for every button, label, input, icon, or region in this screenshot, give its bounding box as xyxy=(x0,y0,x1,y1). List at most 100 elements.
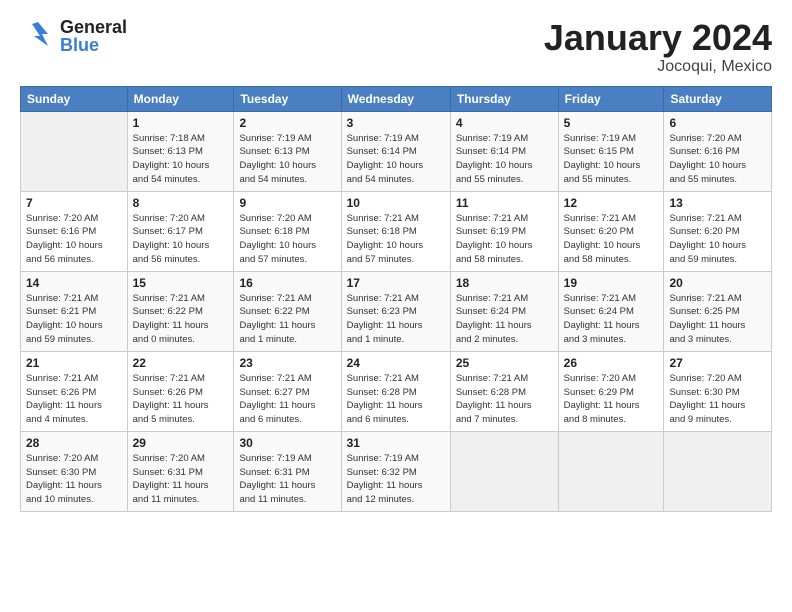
day-number: 10 xyxy=(347,196,445,210)
day-number: 30 xyxy=(239,436,335,450)
day-number: 25 xyxy=(456,356,553,370)
day-cell xyxy=(21,111,128,191)
day-info: Sunrise: 7:20 AM Sunset: 6:18 PM Dayligh… xyxy=(239,212,335,267)
day-cell: 31 Sunrise: 7:19 AM Sunset: 6:32 PM Dayli… xyxy=(341,431,450,511)
day-cell: 1 Sunrise: 7:18 AM Sunset: 6:13 PM Daylig… xyxy=(127,111,234,191)
day-cell: 4Sunrise: 7:19 AM Sunset: 6:14 PM Daylig… xyxy=(450,111,558,191)
day-info: Sunrise: 7:21 AM Sunset: 6:22 PM Dayligh… xyxy=(239,292,335,347)
day-cell: 6 Sunrise: 7:20 AM Sunset: 6:16 PM Daylig… xyxy=(664,111,772,191)
day-cell: 28 Sunrise: 7:20 AM Sunset: 6:30 PM Dayli… xyxy=(21,431,128,511)
day-number: 29 xyxy=(133,436,229,450)
day-cell: 27Sunrise: 7:20 AM Sunset: 6:30 PM Dayli… xyxy=(664,351,772,431)
day-number: 31 xyxy=(347,436,445,450)
day-cell: 7 Sunrise: 7:20 AM Sunset: 6:16 PM Daylig… xyxy=(21,191,128,271)
month-title: January 2024 xyxy=(544,18,772,58)
day-info: Sunrise: 7:21 AM Sunset: 6:19 PM Dayligh… xyxy=(456,212,553,267)
header: General Blue January 2024 Jocoqui, Mexic… xyxy=(20,18,772,76)
logo: General Blue xyxy=(20,18,127,54)
day-number: 14 xyxy=(26,276,122,290)
day-cell xyxy=(450,431,558,511)
calendar-page: General Blue January 2024 Jocoqui, Mexic… xyxy=(0,0,792,522)
logo-icon xyxy=(20,18,56,54)
day-info: Sunrise: 7:21 AM Sunset: 6:21 PM Dayligh… xyxy=(26,292,122,347)
day-info: Sunrise: 7:20 AM Sunset: 6:30 PM Dayligh… xyxy=(26,452,122,507)
day-number: 28 xyxy=(26,436,122,450)
day-info: Sunrise: 7:21 AM Sunset: 6:25 PM Dayligh… xyxy=(669,292,766,347)
day-info: Sunrise: 7:19 AM Sunset: 6:13 PM Dayligh… xyxy=(239,132,335,187)
day-cell: 20Sunrise: 7:21 AM Sunset: 6:25 PM Dayli… xyxy=(664,271,772,351)
day-number: 4 xyxy=(456,116,553,130)
logo-general-text: General xyxy=(60,18,127,36)
week-row-2: 7 Sunrise: 7:20 AM Sunset: 6:16 PM Daylig… xyxy=(21,191,772,271)
day-number: 3 xyxy=(347,116,445,130)
day-cell: 2Sunrise: 7:19 AM Sunset: 6:13 PM Daylig… xyxy=(234,111,341,191)
day-number: 12 xyxy=(564,196,659,210)
header-row: Sunday Monday Tuesday Wednesday Thursday… xyxy=(21,86,772,111)
day-cell: 17 Sunrise: 7:21 AM Sunset: 6:23 PM Dayli… xyxy=(341,271,450,351)
day-info: Sunrise: 7:21 AM Sunset: 6:26 PM Dayligh… xyxy=(133,372,229,427)
day-cell: 29 Sunrise: 7:20 AM Sunset: 6:31 PM Dayli… xyxy=(127,431,234,511)
day-number: 23 xyxy=(239,356,335,370)
day-cell: 26 Sunrise: 7:20 AM Sunset: 6:29 PM Dayli… xyxy=(558,351,664,431)
day-cell: 8Sunrise: 7:20 AM Sunset: 6:17 PM Daylig… xyxy=(127,191,234,271)
day-info: Sunrise: 7:21 AM Sunset: 6:28 PM Dayligh… xyxy=(456,372,553,427)
day-info: Sunrise: 7:21 AM Sunset: 6:24 PM Dayligh… xyxy=(456,292,553,347)
day-info: Sunrise: 7:21 AM Sunset: 6:20 PM Dayligh… xyxy=(669,212,766,267)
day-info: Sunrise: 7:20 AM Sunset: 6:31 PM Dayligh… xyxy=(133,452,229,507)
day-info: Sunrise: 7:21 AM Sunset: 6:18 PM Dayligh… xyxy=(347,212,445,267)
day-info: Sunrise: 7:19 AM Sunset: 6:32 PM Dayligh… xyxy=(347,452,445,507)
day-info: Sunrise: 7:18 AM Sunset: 6:13 PM Dayligh… xyxy=(133,132,229,187)
day-cell: 5 Sunrise: 7:19 AM Sunset: 6:15 PM Daylig… xyxy=(558,111,664,191)
week-row-5: 28 Sunrise: 7:20 AM Sunset: 6:30 PM Dayli… xyxy=(21,431,772,511)
day-number: 17 xyxy=(347,276,445,290)
day-info: Sunrise: 7:19 AM Sunset: 6:15 PM Dayligh… xyxy=(564,132,659,187)
calendar-body: 1 Sunrise: 7:18 AM Sunset: 6:13 PM Daylig… xyxy=(21,111,772,511)
day-info: Sunrise: 7:19 AM Sunset: 6:14 PM Dayligh… xyxy=(347,132,445,187)
day-number: 18 xyxy=(456,276,553,290)
day-info: Sunrise: 7:19 AM Sunset: 6:31 PM Dayligh… xyxy=(239,452,335,507)
day-info: Sunrise: 7:20 AM Sunset: 6:16 PM Dayligh… xyxy=(26,212,122,267)
day-number: 24 xyxy=(347,356,445,370)
day-info: Sunrise: 7:21 AM Sunset: 6:24 PM Dayligh… xyxy=(564,292,659,347)
day-number: 1 xyxy=(133,116,229,130)
title-block: January 2024 Jocoqui, Mexico xyxy=(544,18,772,76)
day-number: 15 xyxy=(133,276,229,290)
day-cell: 12Sunrise: 7:21 AM Sunset: 6:20 PM Dayli… xyxy=(558,191,664,271)
week-row-3: 14 Sunrise: 7:21 AM Sunset: 6:21 PM Dayli… xyxy=(21,271,772,351)
day-cell xyxy=(664,431,772,511)
day-number: 26 xyxy=(564,356,659,370)
col-sunday: Sunday xyxy=(21,86,128,111)
day-number: 7 xyxy=(26,196,122,210)
day-cell: 30 Sunrise: 7:19 AM Sunset: 6:31 PM Dayli… xyxy=(234,431,341,511)
day-number: 27 xyxy=(669,356,766,370)
day-number: 16 xyxy=(239,276,335,290)
day-cell: 11Sunrise: 7:21 AM Sunset: 6:19 PM Dayli… xyxy=(450,191,558,271)
day-number: 5 xyxy=(564,116,659,130)
col-friday: Friday xyxy=(558,86,664,111)
day-cell: 22 Sunrise: 7:21 AM Sunset: 6:26 PM Dayli… xyxy=(127,351,234,431)
col-wednesday: Wednesday xyxy=(341,86,450,111)
day-cell: 3 Sunrise: 7:19 AM Sunset: 6:14 PM Daylig… xyxy=(341,111,450,191)
day-info: Sunrise: 7:20 AM Sunset: 6:17 PM Dayligh… xyxy=(133,212,229,267)
day-info: Sunrise: 7:20 AM Sunset: 6:16 PM Dayligh… xyxy=(669,132,766,187)
day-number: 22 xyxy=(133,356,229,370)
col-saturday: Saturday xyxy=(664,86,772,111)
col-thursday: Thursday xyxy=(450,86,558,111)
day-info: Sunrise: 7:20 AM Sunset: 6:29 PM Dayligh… xyxy=(564,372,659,427)
day-cell: 21Sunrise: 7:21 AM Sunset: 6:26 PM Dayli… xyxy=(21,351,128,431)
day-info: Sunrise: 7:21 AM Sunset: 6:22 PM Dayligh… xyxy=(133,292,229,347)
day-cell: 14 Sunrise: 7:21 AM Sunset: 6:21 PM Dayli… xyxy=(21,271,128,351)
week-row-4: 21Sunrise: 7:21 AM Sunset: 6:26 PM Dayli… xyxy=(21,351,772,431)
day-info: Sunrise: 7:21 AM Sunset: 6:26 PM Dayligh… xyxy=(26,372,122,427)
logo-label: General Blue xyxy=(60,18,127,54)
calendar-header: Sunday Monday Tuesday Wednesday Thursday… xyxy=(21,86,772,111)
week-row-1: 1 Sunrise: 7:18 AM Sunset: 6:13 PM Daylig… xyxy=(21,111,772,191)
day-cell: 15 Sunrise: 7:21 AM Sunset: 6:22 PM Dayli… xyxy=(127,271,234,351)
day-cell: 24Sunrise: 7:21 AM Sunset: 6:28 PM Dayli… xyxy=(341,351,450,431)
day-info: Sunrise: 7:21 AM Sunset: 6:23 PM Dayligh… xyxy=(347,292,445,347)
day-number: 13 xyxy=(669,196,766,210)
col-monday: Monday xyxy=(127,86,234,111)
day-number: 9 xyxy=(239,196,335,210)
day-number: 6 xyxy=(669,116,766,130)
day-cell: 18 Sunrise: 7:21 AM Sunset: 6:24 PM Dayli… xyxy=(450,271,558,351)
